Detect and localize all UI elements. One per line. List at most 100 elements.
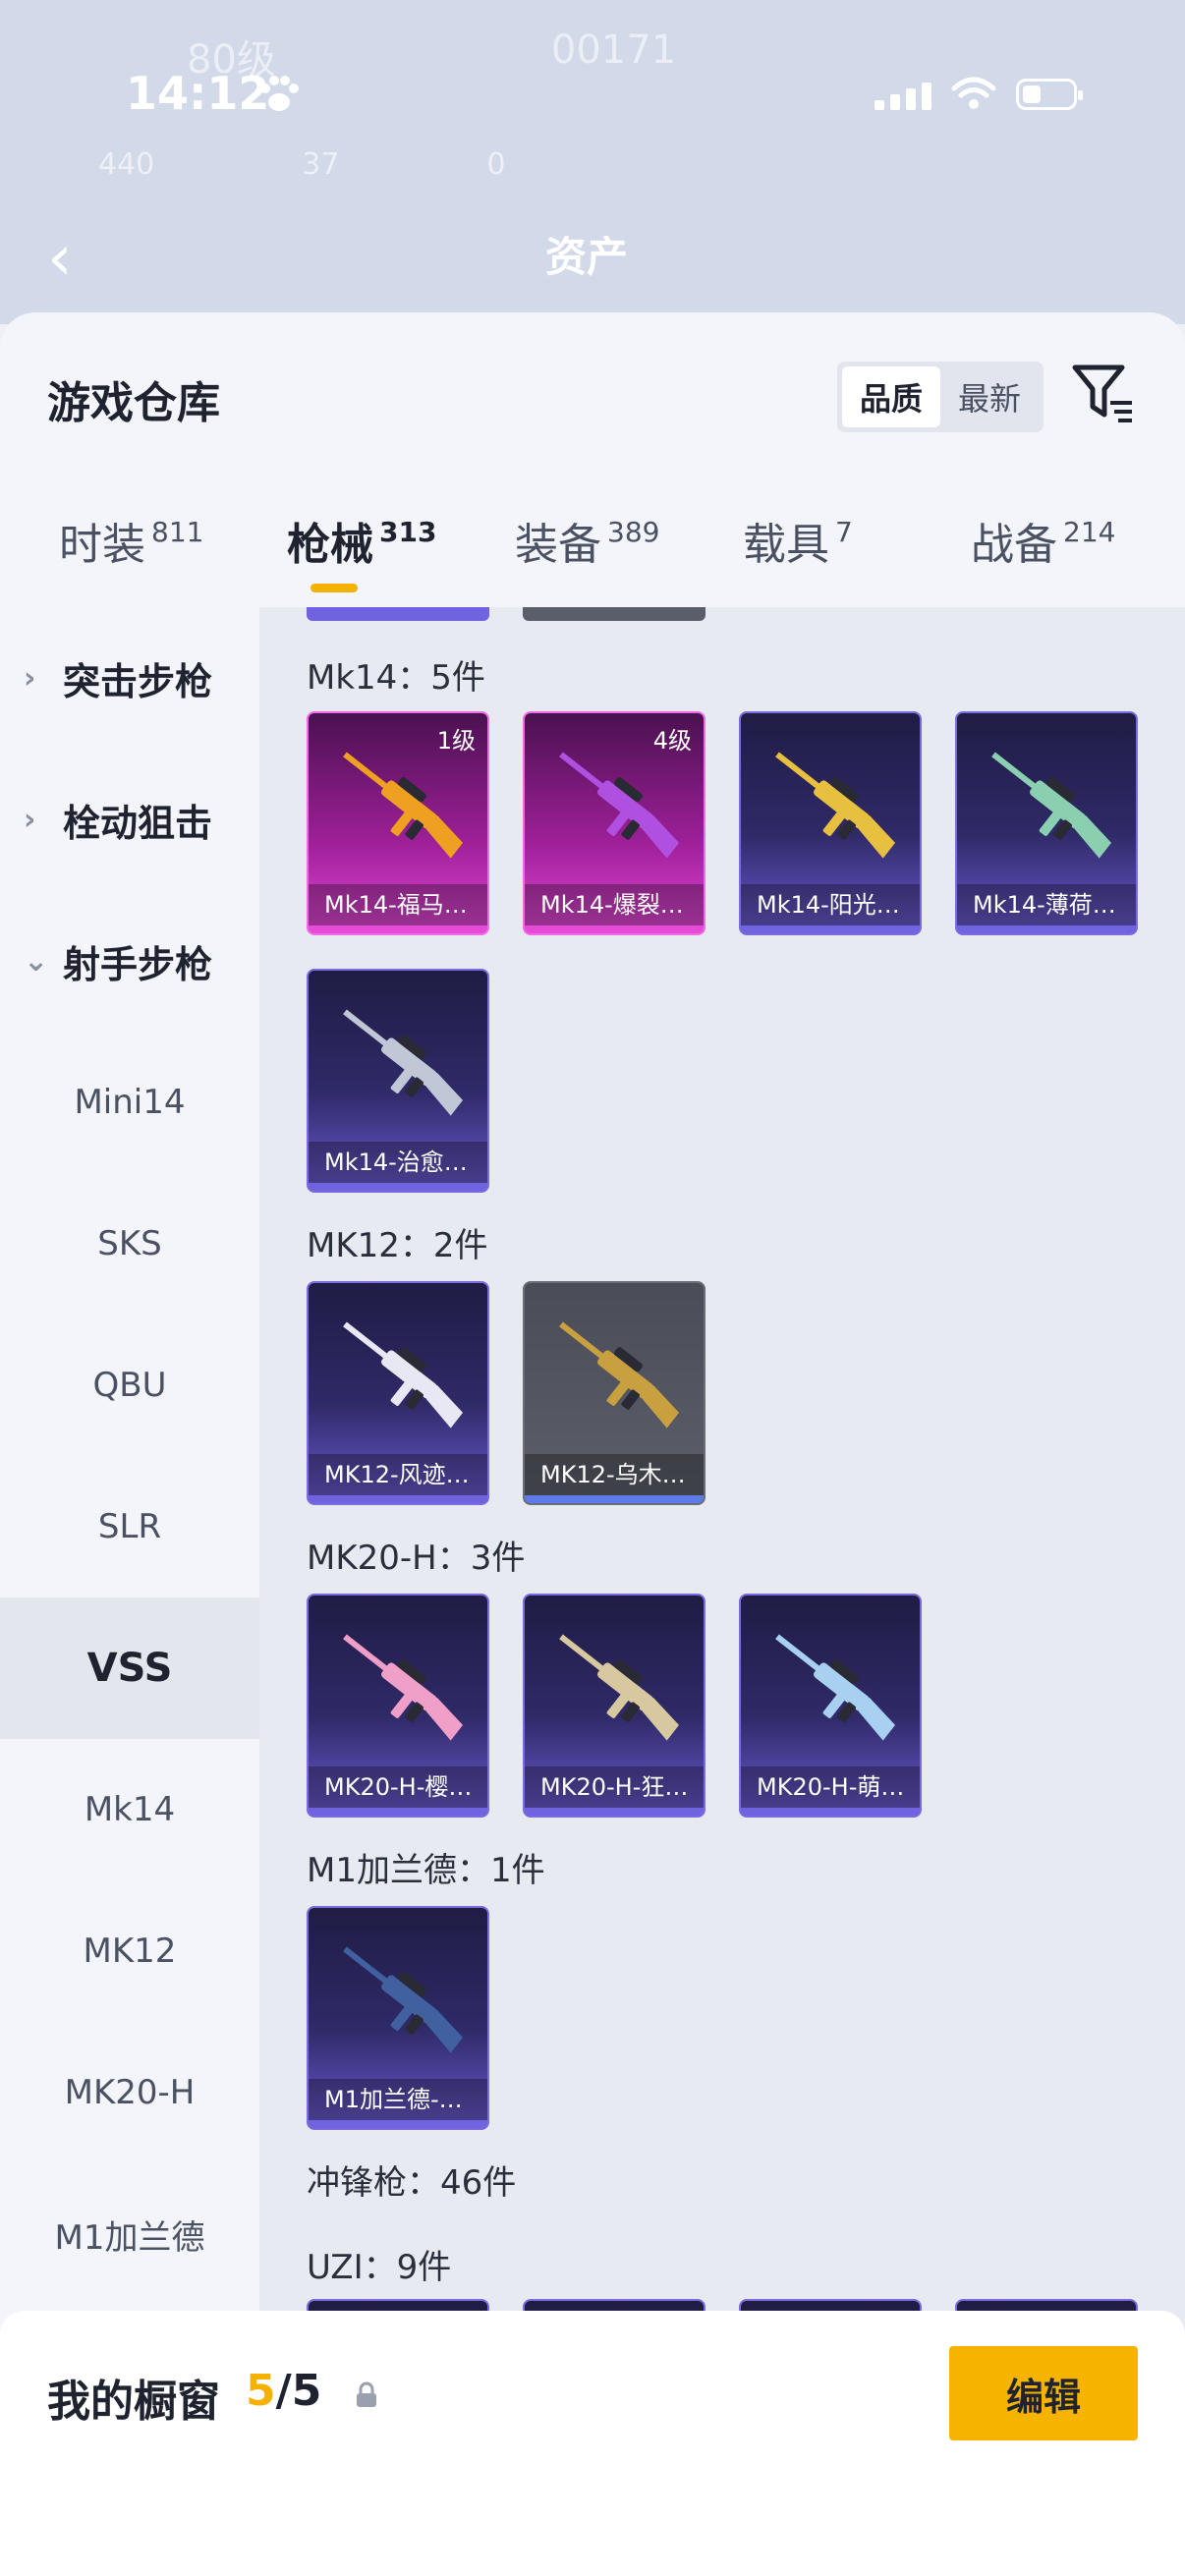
game-warehouse-sheet: 游戏仓库 品质 最新 时装 811 枪械 313 装备 389 载具 7 战备 214 ›… (0, 312, 1185, 2576)
sort-option-quality[interactable]: 品质 (842, 366, 940, 427)
chevron-down-icon: ⌄ (24, 943, 49, 979)
weapon-card[interactable]: Mk14-治愈… (307, 969, 489, 1193)
card-name: Mk14-阳光… (741, 884, 920, 925)
sidebar-item-qbu[interactable]: QBU (0, 1315, 259, 1456)
card-name: MK12-乌木… (525, 1454, 704, 1495)
weapon-grid: Mk14：5件 1级 Mk14-福马… 4级 Mk14-爆裂… Mk14-阳光… M… (259, 607, 1185, 2576)
weapon-card[interactable]: Mk14-阳光… (739, 711, 922, 935)
rifle-icon (343, 1634, 464, 1741)
chevron-right-icon: › (24, 802, 36, 837)
tab-label: 枪械 (287, 520, 373, 570)
weapon-card[interactable]: MK20-H-萌… (739, 1594, 922, 1818)
card-name: MK20-H-狂… (525, 1766, 704, 1808)
card-rarity-bar (957, 925, 1136, 933)
rifle-icon (775, 1634, 896, 1741)
tab-fashion[interactable]: 时装 811 (59, 509, 203, 572)
tab-count: 313 (379, 516, 437, 548)
rifle-icon (343, 1946, 464, 2053)
sidebar-item-sks[interactable]: SKS (0, 1173, 259, 1315)
showcase-bar: 我的橱窗 5/5 编辑 (0, 2311, 1185, 2576)
category-tabs: 时装 811 枪械 313 装备 389 载具 7 战备 214 (0, 509, 1185, 607)
sidebar-group-marksman-rifles[interactable]: ⌄ 射手步枪 (0, 890, 259, 1032)
back-chevron-icon[interactable]: ‹ (47, 222, 73, 295)
card-rarity-bar (525, 925, 704, 933)
sidebar-item-mk14[interactable]: Mk14 (0, 1739, 259, 1880)
lock-icon (357, 2381, 376, 2407)
tab-vehicles[interactable]: 载具 7 (743, 509, 853, 572)
showcase-total: /5 (275, 2366, 322, 2416)
card-rarity-bar (741, 925, 920, 933)
background-faded-stat: 0 (486, 147, 506, 182)
paw-icon (260, 76, 299, 111)
sidebar-item-mini14[interactable]: Mini14 (0, 1032, 259, 1173)
card-rarity-bar (309, 2120, 487, 2128)
card-rarity-bar (309, 1183, 487, 1191)
sidebar-item-vss[interactable]: VSS (0, 1597, 259, 1739)
tab-firearms[interactable]: 枪械 313 (287, 509, 436, 572)
rifle-icon (343, 1009, 464, 1116)
sort-toggle: 品质 最新 (837, 362, 1044, 432)
card-level-badge: 1级 (436, 727, 476, 755)
showcase-current: 5 (246, 2366, 276, 2416)
background-faded-stat: 37 (302, 147, 340, 182)
sidebar-item-m1-garand[interactable]: M1加兰德 (0, 2163, 259, 2305)
background-faded-stat: 440 (98, 147, 155, 182)
weapon-card[interactable]: 4级 Mk14-爆裂… (523, 711, 705, 935)
sheet-title: 游戏仓库 (47, 378, 220, 428)
sidebar-group-label: 射手步枪 (63, 942, 213, 986)
tab-label: 载具 (743, 520, 829, 570)
rifle-icon (991, 752, 1112, 859)
section-label-mk20h: MK20-H：3件 (307, 1539, 526, 1578)
tab-supplies[interactable]: 战备 214 (971, 509, 1115, 572)
sidebar-group-assault-rifles[interactable]: › 突击步枪 (0, 607, 259, 749)
section-label-m1-garand: M1加兰德：1件 (307, 1851, 545, 1890)
weapon-card[interactable]: MK20-H-樱… (307, 1594, 489, 1818)
tab-count: 214 (1063, 516, 1116, 548)
card-rarity-bar (525, 1808, 704, 1816)
background-faded-value: 00171 (550, 28, 677, 73)
card-rarity-bar (309, 925, 487, 933)
card-level-badge: 4级 (652, 727, 692, 755)
tab-equipment[interactable]: 装备 389 (515, 509, 659, 572)
section-label-smg: 冲锋枪：46件 (307, 2163, 517, 2203)
weapon-card[interactable]: Mk14-薄荷… (955, 711, 1138, 935)
card-name: M1加兰德-… (309, 2079, 487, 2120)
card-rarity-bar (525, 1495, 704, 1503)
weapon-card[interactable]: M1加兰德-… (307, 1906, 489, 2130)
card-name: MK20-H-萌… (741, 1766, 920, 1808)
weapon-type-sidebar: › 突击步枪 › 栓动狙击 ⌄ 射手步枪 Mini14 SKS QBU SLR … (0, 607, 259, 2576)
tab-label: 装备 (515, 520, 601, 570)
sidebar-group-bolt-snipers[interactable]: › 栓动狙击 (0, 749, 259, 890)
sidebar-item-mk12[interactable]: MK12 (0, 1880, 259, 2022)
weapon-card[interactable]: 1级 Mk14-福马… (307, 711, 489, 935)
filter-icon[interactable] (1069, 360, 1138, 428)
signal-icon (875, 83, 931, 110)
sort-option-latest[interactable]: 最新 (940, 366, 1039, 427)
background-page-header: 80级 00171 14:12 440 37 0 ‹ 资产 (0, 0, 1185, 324)
rifle-icon (559, 752, 680, 859)
weapon-card[interactable]: MK12-乌木… (523, 1281, 705, 1505)
tab-count: 811 (151, 516, 204, 548)
wifi-icon (951, 77, 996, 109)
battery-icon (1016, 79, 1083, 110)
card-stub-top (307, 607, 489, 621)
tab-label: 战备 (971, 520, 1057, 570)
rifle-icon (343, 1321, 464, 1428)
sidebar-item-mk20h[interactable]: MK20-H (0, 2022, 259, 2163)
weapon-card[interactable]: MK12-风迹… (307, 1281, 489, 1505)
status-bar-icons (875, 77, 1083, 110)
active-tab-indicator (310, 584, 358, 592)
weapon-card[interactable]: MK20-H-狂… (523, 1594, 705, 1818)
showcase-label: 我的橱窗 (47, 2377, 220, 2427)
card-rarity-bar (309, 1495, 487, 1503)
background-page-title: 资产 (545, 233, 629, 281)
status-bar-time: 14:12 (126, 67, 270, 120)
showcase-count: 5/5 (246, 2366, 321, 2416)
edit-button[interactable]: 编辑 (949, 2346, 1138, 2440)
rifle-icon (559, 1321, 680, 1428)
tab-label: 时装 (59, 520, 145, 570)
card-name: MK20-H-樱… (309, 1766, 487, 1808)
sidebar-group-label: 突击步枪 (63, 659, 213, 703)
card-rarity-bar (741, 1808, 920, 1816)
sidebar-item-slr[interactable]: SLR (0, 1456, 259, 1597)
